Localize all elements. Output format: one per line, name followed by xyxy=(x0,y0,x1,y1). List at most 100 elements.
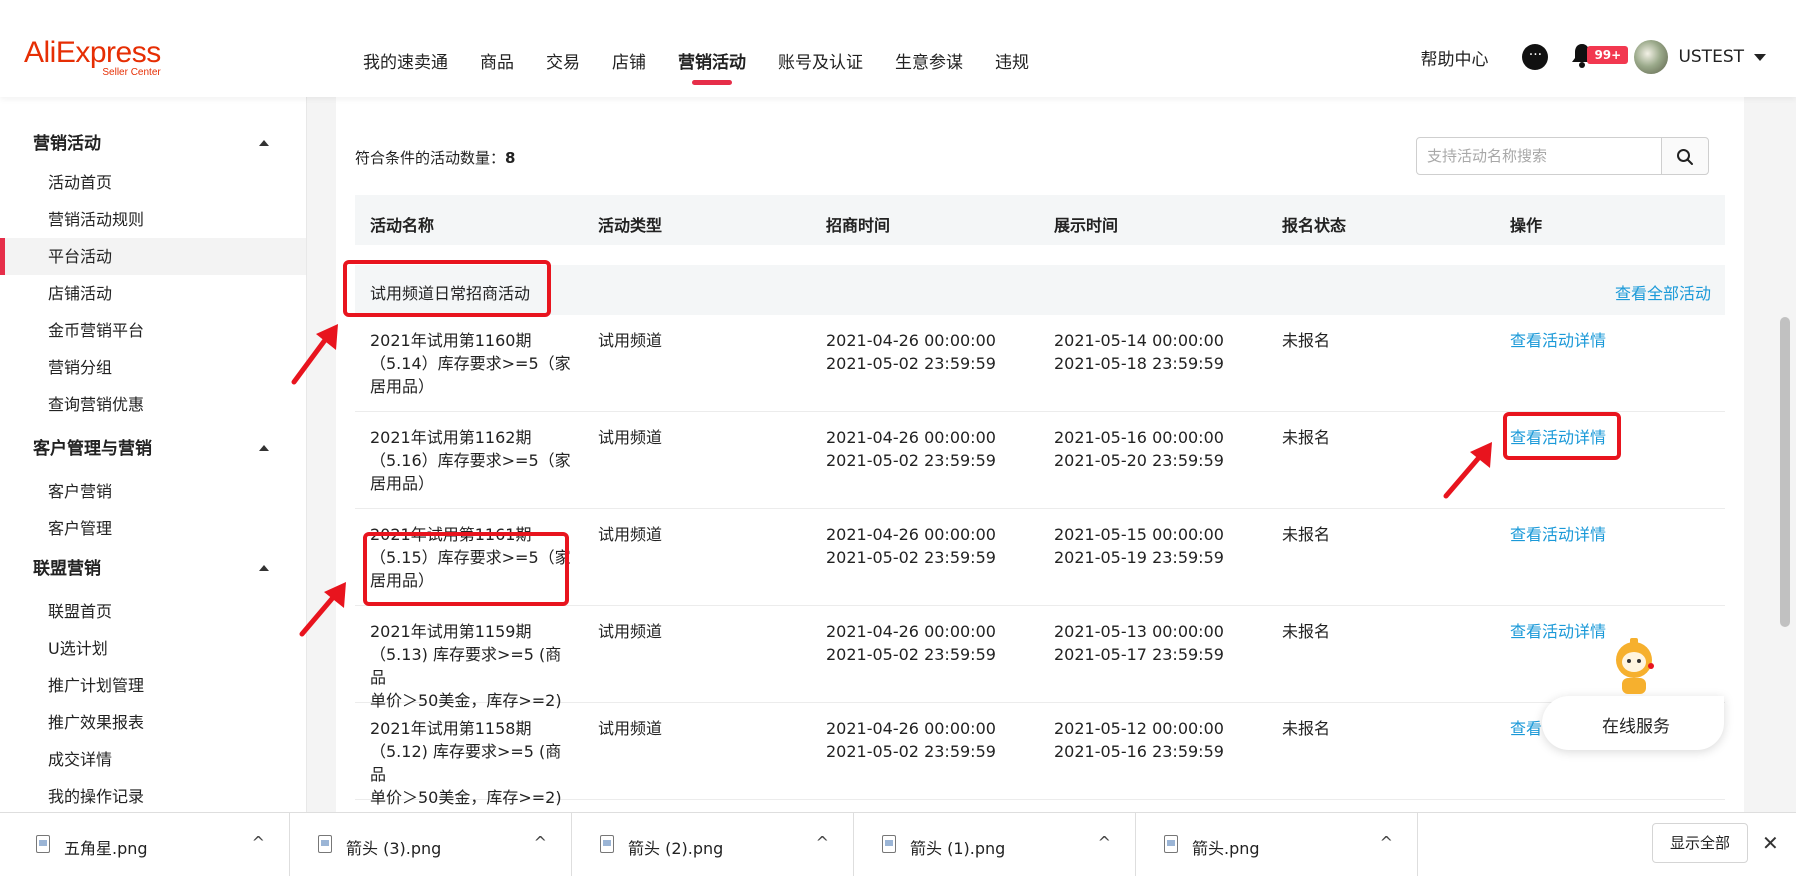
robot-mascot-icon[interactable] xyxy=(1604,636,1664,698)
sidebar-group-affiliate[interactable]: 联盟营销 xyxy=(0,549,306,589)
activity-name-line: 单价＞50美金，库存>=2) xyxy=(370,788,562,807)
logo-subtitle: Seller Center xyxy=(102,67,161,78)
page-scrollbar[interactable] xyxy=(1776,97,1796,812)
nav-item-store[interactable]: 店铺 xyxy=(612,48,646,73)
sidebar-item-query-discounts[interactable]: 查询营销优惠 xyxy=(0,386,306,423)
column-header: 活动类型 xyxy=(598,216,663,235)
nav-item-business-advisor[interactable]: 生意参谋 xyxy=(895,48,963,73)
nav-item-marketing[interactable]: 营销活动 xyxy=(678,48,746,85)
chevron-up-icon[interactable] xyxy=(259,445,269,451)
download-item[interactable]: 箭头 (2).png ^ xyxy=(572,813,854,876)
aliexpress-logo[interactable]: AliExpress Seller Center xyxy=(24,38,161,79)
search-icon xyxy=(1677,149,1693,165)
activity-type: 试用频道 xyxy=(598,622,663,641)
download-filename: 箭头 (1).png xyxy=(910,839,1006,858)
sidebar-group-label: 营销活动 xyxy=(33,134,101,154)
username[interactable]: USTEST xyxy=(1678,47,1744,67)
nav-item-my-aliexpress[interactable]: 我的速卖通 xyxy=(363,48,448,73)
header-actions: 帮助中心 ··· 99+ USTEST xyxy=(1420,40,1766,74)
sidebar-item-customer-management[interactable]: 客户管理 xyxy=(0,510,306,547)
sidebar-item-platform-activities[interactable]: 平台活动 xyxy=(0,238,306,275)
chevron-up-icon[interactable]: ^ xyxy=(252,833,265,852)
show-end: 2021-05-16 23:59:59 xyxy=(1054,742,1224,761)
sidebar-group-label: 客户管理与营销 xyxy=(33,439,152,459)
view-details-link[interactable]: 查看活动详情 xyxy=(1510,329,1606,352)
table-header: 活动名称 活动类型 招商时间 展示时间 报名状态 操作 xyxy=(355,195,1725,245)
chevron-up-icon[interactable]: ^ xyxy=(1098,833,1111,852)
result-count-value: 8 xyxy=(505,149,516,167)
main-nav: 我的速卖通 商品 交易 店铺 营销活动 账号及认证 生意参谋 违规 xyxy=(363,48,1061,85)
download-item[interactable]: 箭头 (3).png ^ xyxy=(290,813,572,876)
notification-button[interactable]: 99+ xyxy=(1570,42,1629,72)
show-start: 2021-05-15 00:00:00 xyxy=(1054,525,1224,544)
show-end: 2021-05-17 23:59:59 xyxy=(1054,645,1224,664)
registration-status: 未报名 xyxy=(1282,719,1331,738)
view-all-activities-link[interactable]: 查看全部活动 xyxy=(1615,280,1711,304)
chevron-up-icon[interactable] xyxy=(259,140,269,146)
activity-name: 2021年试用第1158期 （5.12) 库存要求>=5 (商品 单价＞50美金… xyxy=(370,717,575,809)
show-start: 2021-05-13 00:00:00 xyxy=(1054,622,1224,641)
table-row: 2021年试用第1160期 （5.14）库存要求>=5（家 居用品） 试用频道 … xyxy=(355,315,1725,412)
chevron-down-icon[interactable] xyxy=(1754,53,1766,61)
annotation-box xyxy=(343,260,551,317)
image-file-icon xyxy=(1164,835,1178,853)
chat-icon[interactable]: ··· xyxy=(1522,44,1549,70)
recruit-end: 2021-05-02 23:59:59 xyxy=(826,548,996,567)
sidebar-item-promotion-plans[interactable]: 推广计划管理 xyxy=(0,667,306,704)
sidebar-item-marketing-groups[interactable]: 营销分组 xyxy=(0,349,306,386)
download-item[interactable]: 五角星.png ^ xyxy=(8,813,290,876)
close-icon[interactable]: ✕ xyxy=(1762,831,1779,855)
sidebar-group-customer[interactable]: 客户管理与营销 xyxy=(0,429,306,469)
sidebar-item-coin-platform[interactable]: 金币营销平台 xyxy=(0,312,306,349)
activity-name-line: （5.12) 库存要求>=5 (商品 xyxy=(370,742,562,784)
activity-name-line: （5.13) 库存要求>=5 (商品 xyxy=(370,645,562,687)
activity-name: 2021年试用第1159期 （5.13) 库存要求>=5 (商品 单价＞50美金… xyxy=(370,620,575,712)
chevron-up-icon[interactable] xyxy=(259,565,269,571)
scrollbar-thumb[interactable] xyxy=(1780,317,1790,627)
annotation-box xyxy=(363,532,569,606)
arrow-icon xyxy=(1443,442,1492,499)
recruit-start: 2021-04-26 00:00:00 xyxy=(826,331,996,350)
nav-item-transactions[interactable]: 交易 xyxy=(546,48,580,73)
sidebar-item-operation-log[interactable]: 我的操作记录 xyxy=(0,778,306,812)
search-input[interactable] xyxy=(1416,137,1662,175)
online-service-button[interactable]: 在线服务 xyxy=(1542,696,1724,750)
view-details-link[interactable]: 查看 xyxy=(1510,717,1542,740)
recruit-start: 2021-04-26 00:00:00 xyxy=(826,719,996,738)
recruit-end: 2021-05-02 23:59:59 xyxy=(826,354,996,373)
view-details-link[interactable]: 查看活动详情 xyxy=(1510,620,1606,643)
download-item[interactable]: 箭头 (1).png ^ xyxy=(854,813,1136,876)
show-start: 2021-05-14 00:00:00 xyxy=(1054,331,1224,350)
sidebar-item-u-plan[interactable]: U选计划 xyxy=(0,630,306,667)
help-center-link[interactable]: 帮助中心 xyxy=(1420,45,1488,70)
download-filename: 箭头 (3).png xyxy=(346,839,442,858)
sidebar-group-marketing[interactable]: 营销活动 xyxy=(0,124,306,164)
sidebar-item-promotion-reports[interactable]: 推广效果报表 xyxy=(0,704,306,741)
recruit-start: 2021-04-26 00:00:00 xyxy=(826,622,996,641)
nav-item-violations[interactable]: 违规 xyxy=(995,48,1029,73)
chevron-up-icon[interactable]: ^ xyxy=(534,833,547,852)
recruit-time: 2021-04-26 00:00:00 2021-05-02 23:59:59 xyxy=(826,620,996,666)
download-item[interactable]: 箭头.png ^ xyxy=(1136,813,1418,876)
search-button[interactable] xyxy=(1661,137,1709,175)
table-row: 2021年试用第1158期 （5.12) 库存要求>=5 (商品 单价＞50美金… xyxy=(355,703,1725,807)
sidebar-item-store-activities[interactable]: 店铺活动 xyxy=(0,275,306,312)
avatar[interactable] xyxy=(1634,40,1669,74)
sidebar-item-customer-marketing[interactable]: 客户营销 xyxy=(0,473,306,510)
chevron-up-icon[interactable]: ^ xyxy=(816,833,829,852)
sidebar-item-affiliate-home[interactable]: 联盟首页 xyxy=(0,593,306,630)
sidebar-item-activity-home[interactable]: 活动首页 xyxy=(0,164,306,201)
sidebar-item-deal-details[interactable]: 成交详情 xyxy=(0,741,306,778)
view-details-link[interactable]: 查看活动详情 xyxy=(1510,523,1606,546)
activity-name-line: 2021年试用第1159期 xyxy=(370,622,532,641)
activity-group-row: 试用频道日常招商活动 查看全部活动 xyxy=(355,265,1725,315)
activity-name: 2021年试用第1162期 （5.16）库存要求>=5（家 居用品） xyxy=(370,426,575,495)
activity-name-line: 2021年试用第1162期 xyxy=(370,428,532,447)
chevron-up-icon[interactable]: ^ xyxy=(1380,833,1393,852)
show-all-downloads-button[interactable]: 显示全部 xyxy=(1652,823,1748,863)
show-end: 2021-05-19 23:59:59 xyxy=(1054,548,1224,567)
nav-item-account[interactable]: 账号及认证 xyxy=(778,48,863,73)
nav-item-products[interactable]: 商品 xyxy=(480,48,514,73)
sidebar-item-marketing-rules[interactable]: 营销活动规则 xyxy=(0,201,306,238)
annotation-box xyxy=(1503,412,1621,460)
